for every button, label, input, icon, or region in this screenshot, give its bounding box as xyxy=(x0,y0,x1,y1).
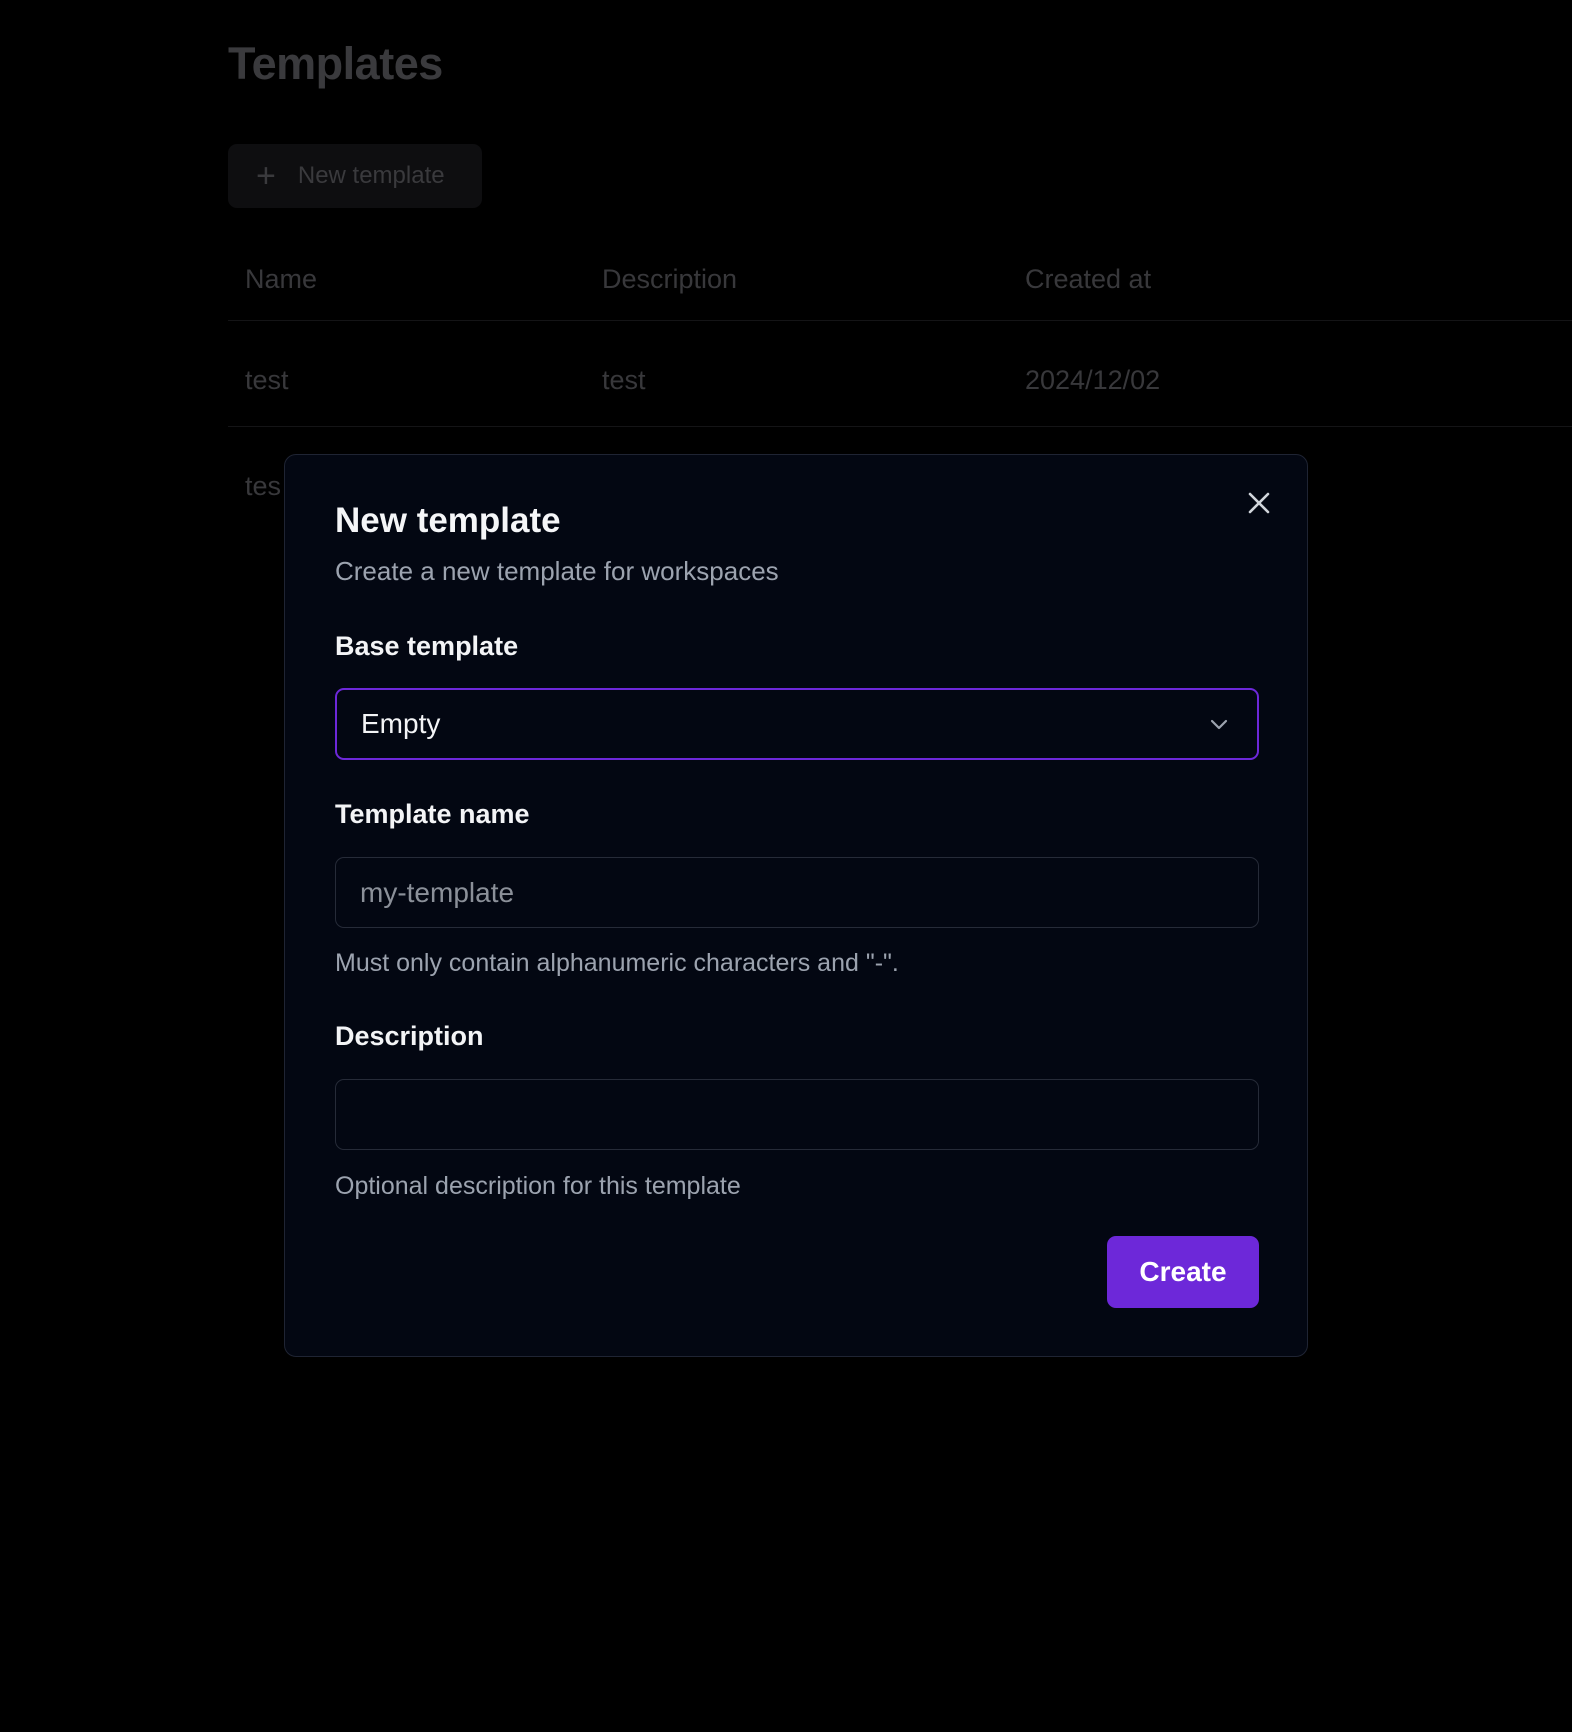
dialog-subtitle: Create a new template for workspaces xyxy=(335,556,779,586)
column-header-name: Name xyxy=(245,264,318,294)
table-row[interactable]: test test 2024/12/02 xyxy=(228,321,1572,427)
cell-name: test xyxy=(245,365,289,395)
page: Templates + New template Name Descriptio… xyxy=(0,0,1572,1732)
close-button[interactable] xyxy=(1245,489,1273,517)
cell-name: tes xyxy=(245,471,282,501)
base-template-select[interactable]: Empty xyxy=(335,688,1259,760)
column-header-description: Description xyxy=(602,264,738,294)
chevron-down-icon xyxy=(1210,719,1228,730)
page-title: Templates xyxy=(228,38,443,89)
table-header: Name Description Created at xyxy=(228,250,1572,321)
template-name-hint: Must only contain alphanumeric character… xyxy=(335,949,899,977)
dialog-title: New template xyxy=(335,501,561,540)
create-button[interactable]: Create xyxy=(1107,1236,1259,1308)
description-input[interactable] xyxy=(335,1079,1259,1150)
description-hint: Optional description for this template xyxy=(335,1172,741,1200)
new-template-dialog: New template Create a new template for w… xyxy=(284,454,1308,1357)
template-name-label: Template name xyxy=(335,799,530,829)
cell-created-at: 2024/12/02 xyxy=(1025,365,1161,395)
base-template-label: Base template xyxy=(335,631,519,661)
new-template-button[interactable]: + New template xyxy=(228,144,482,208)
base-template-selected-value: Empty xyxy=(361,708,441,739)
new-template-button-label: New template xyxy=(297,162,445,189)
close-icon xyxy=(1248,492,1270,514)
plus-icon: + xyxy=(256,157,276,195)
description-label: Description xyxy=(335,1021,484,1051)
column-header-created-at: Created at xyxy=(1025,264,1152,294)
template-name-input[interactable] xyxy=(335,857,1259,928)
cell-description: test xyxy=(602,365,646,395)
